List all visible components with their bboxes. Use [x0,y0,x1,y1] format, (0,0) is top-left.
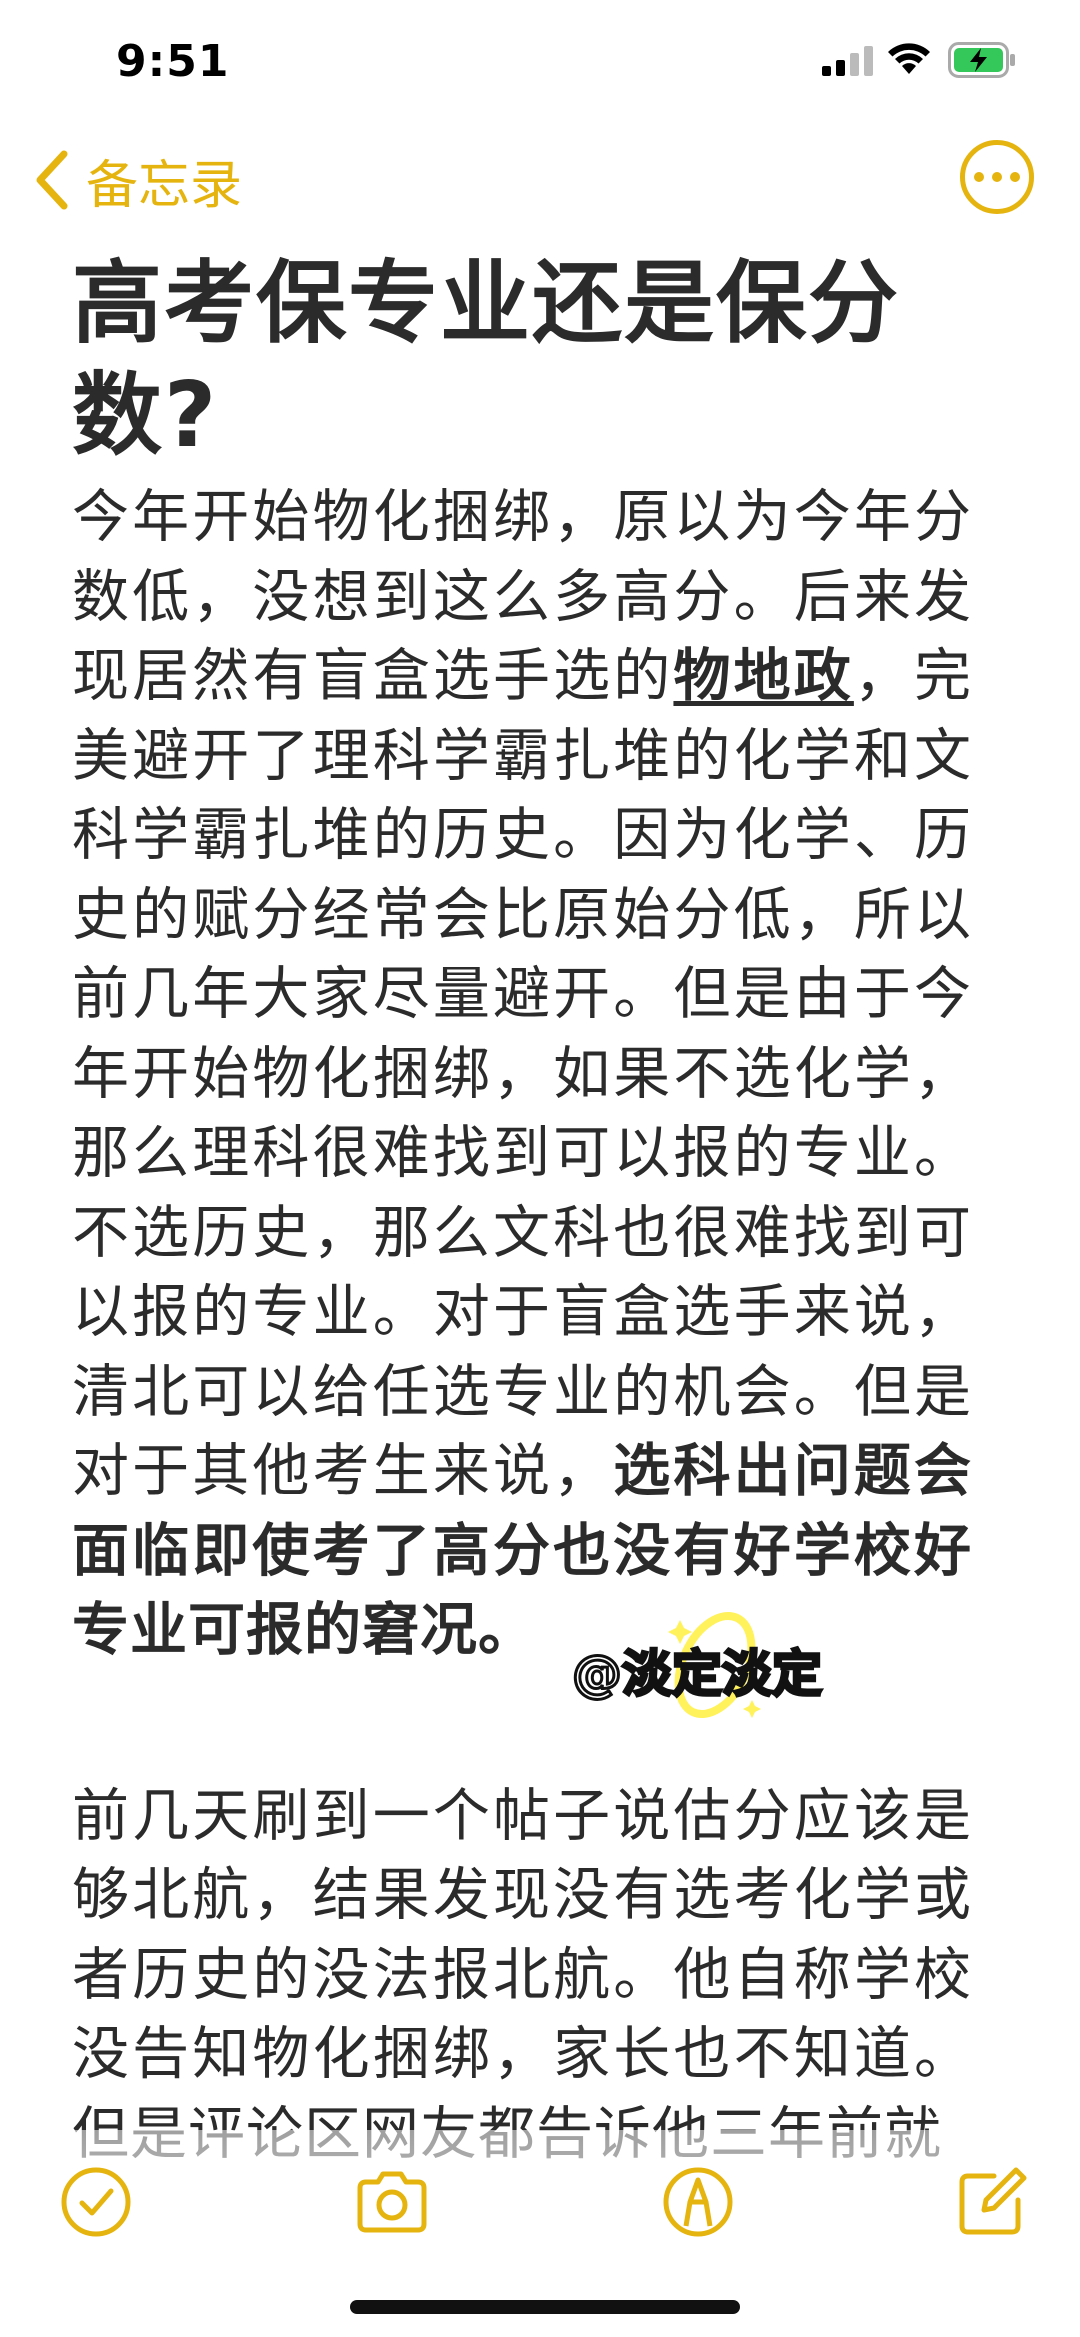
note-title: 高考保专业还是保分数? [72,251,900,468]
camera-icon[interactable] [350,2160,434,2244]
wifi-icon [888,43,930,74]
note-paragraph-2: 前几天刷到一个帖子说估分应该是够北航，结果发现没有选考化学或者历史的没法报北航。… [72,1782,972,2167]
status-time: 9:51 [116,36,230,87]
more-dot-icon [992,172,1002,182]
bottom-toolbar [0,2160,1080,2260]
note-text: ，完美避开了理科学霸扎堆的化学和文科学霸扎堆的历史。因为化学、历史的赋分经常会比… [72,643,973,1504]
notes-screen: 9:51 备忘录 高考保专业还是保分数? 今年开始物化捆绑，原以为今年分数低，没… [0,0,1080,2337]
watermark-text: @淡定淡定 [571,1644,824,1705]
more-dot-icon [974,172,984,182]
battery-charging-icon [948,42,1015,78]
watermark: @淡定淡定 [560,1600,840,1730]
chevron-left-icon [36,150,68,210]
cellular-signal-icon [822,46,873,76]
navigation-bar: 备忘录 [0,130,1080,240]
checklist-icon[interactable] [54,2160,138,2244]
note-editor[interactable]: 高考保专业还是保分数? 今年开始物化捆绑，原以为今年分数低，没想到这么多高分。后… [72,248,972,2174]
compose-icon[interactable] [950,2160,1034,2244]
back-label: 备忘录 [86,155,243,216]
note-underlined-text: 物地政 [673,643,854,709]
back-button[interactable]: 备忘录 [30,140,242,220]
note-paragraph-1: 今年开始物化捆绑，原以为今年分数低，没想到这么多高分。后来发现居然有盲盒选手选的… [72,478,972,1671]
home-indicator[interactable] [350,2300,740,2314]
more-dot-icon [1010,172,1020,182]
status-bar: 9:51 [0,0,1080,130]
markup-icon[interactable] [656,2160,740,2244]
more-options-button[interactable] [960,140,1034,214]
